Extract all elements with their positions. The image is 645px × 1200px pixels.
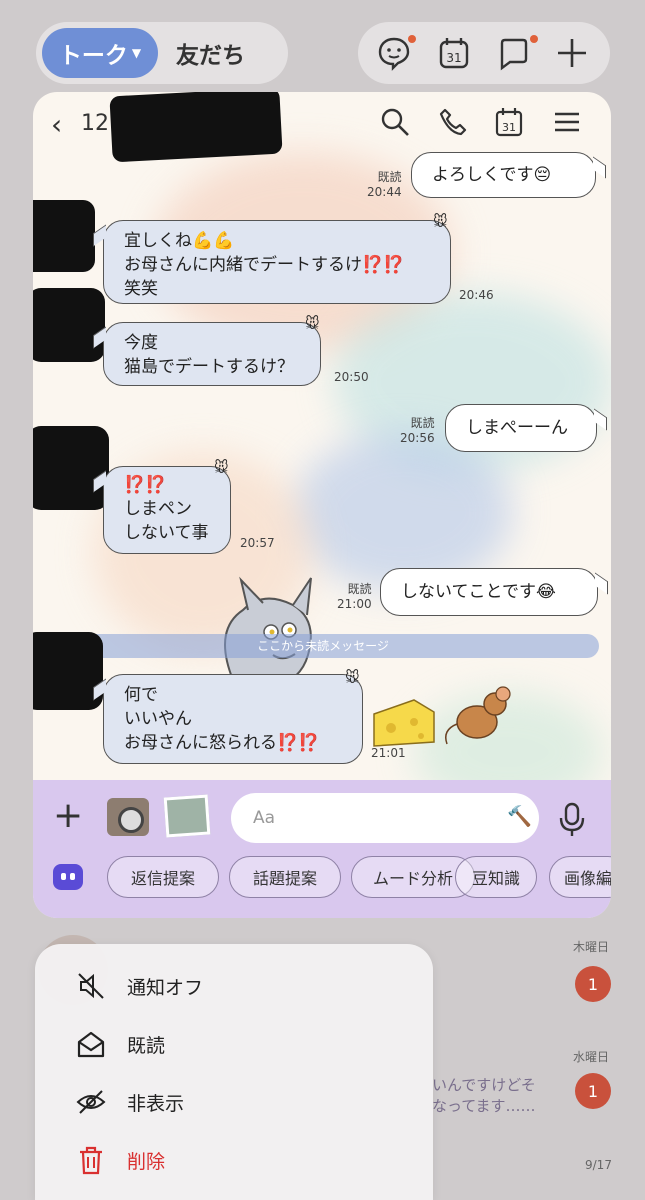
tab-talk-label: トーク	[58, 43, 128, 69]
member-count: 12	[81, 111, 109, 136]
message-bubble[interactable]: ⁉️⁉️ しまペン しないて事	[103, 466, 231, 554]
sticker-decoration: 🐭	[345, 670, 360, 686]
message-time: 21:01	[371, 746, 406, 760]
add-icon[interactable]	[554, 35, 590, 71]
menu-item-label: 通知オフ	[127, 976, 204, 999]
tab-friends[interactable]: 友だち	[176, 28, 245, 78]
message-time: 20:46	[459, 288, 494, 302]
open-envelope-icon	[77, 1031, 105, 1058]
redacted-avatar	[33, 288, 105, 362]
message-bubble[interactable]: 宜しくね💪💪 お母さんに内緒でデートするけ⁉️⁉️ 笑笑	[103, 220, 451, 304]
notification-dot	[530, 35, 538, 43]
top-icon-group: 31	[358, 22, 610, 84]
sticker-decoration: 🐭	[214, 460, 229, 476]
message-time: 20:56	[400, 431, 435, 445]
chevron-down-icon: ▼	[131, 46, 142, 60]
chat-header: ‹ 12 31	[33, 92, 611, 163]
message-bubble[interactable]: 何で いいやん お母さんに怒られる⁉️⁉️	[103, 674, 363, 764]
top-bar: トーク ▼ 友だち 31	[0, 0, 645, 100]
cheese-illustration	[373, 699, 435, 747]
message-meta: 既読 20:44	[367, 170, 402, 200]
redaction-block	[109, 92, 283, 163]
chat-bubble-face-icon[interactable]	[376, 35, 412, 71]
trash-icon	[80, 1146, 102, 1175]
menu-item-label: 削除	[127, 1150, 166, 1173]
mouse-sticker-illustration	[445, 686, 511, 745]
message-bubble[interactable]: しないてことです😂	[380, 568, 598, 616]
message-time: 20:44	[367, 185, 402, 199]
tab-talk[interactable]: トーク ▼	[42, 28, 158, 78]
unread-badge: 1	[575, 1073, 611, 1109]
menu-item-mute[interactable]: 通知オフ	[75, 966, 203, 1006]
list-item-preview: なってます……	[432, 1097, 536, 1115]
hidden-eye-icon	[76, 1090, 106, 1114]
message-meta: 既読 20:56	[400, 416, 435, 446]
search-icon[interactable]	[379, 106, 411, 138]
suggestion-chip[interactable]: 話題提案	[229, 856, 341, 898]
mute-icon	[78, 973, 104, 999]
message-bubble[interactable]: よろしくです😔	[411, 152, 596, 198]
calendar-icon[interactable]: 31	[493, 106, 525, 138]
message-time: 20:57	[240, 536, 275, 550]
phone-icon[interactable]	[437, 106, 469, 138]
read-receipt: 既読	[410, 416, 435, 430]
message-composer: + Aa 🔨 返信提案 話題提案 ムード分析 豆知識 画像編	[33, 780, 611, 918]
sticker-decoration: 🐭	[305, 316, 320, 332]
menu-icon[interactable]	[551, 106, 583, 138]
unread-divider: ここから未読メッセージ	[47, 634, 599, 658]
redacted-avatar	[33, 200, 95, 272]
add-attachment-icon[interactable]: +	[53, 798, 83, 834]
unread-badge: 1	[575, 966, 611, 1002]
menu-item-mark-read[interactable]: 既読	[75, 1024, 165, 1064]
menu-item-label: 既読	[127, 1034, 166, 1057]
calendar-icon[interactable]: 31	[436, 35, 472, 71]
notification-dot	[408, 35, 416, 43]
list-item-preview: いんですけどそ	[432, 1076, 536, 1094]
message-bubble[interactable]: 今度 猫島でデートするけ？	[103, 322, 321, 386]
suggestion-chip[interactable]: 画像編	[549, 856, 611, 898]
ai-assistant-icon[interactable]	[53, 864, 83, 890]
camera-icon[interactable]	[107, 798, 149, 836]
gallery-icon[interactable]	[163, 794, 211, 838]
tab-switcher: トーク ▼ 友だち	[36, 22, 288, 84]
new-chat-icon[interactable]	[496, 35, 532, 71]
redacted-avatar	[33, 426, 109, 510]
list-item-date: 9/17	[585, 1158, 612, 1172]
back-icon[interactable]: ‹	[51, 108, 62, 141]
context-menu: 通知オフ 既読 非表示 削除	[35, 944, 433, 1200]
calendar-day: 31	[446, 51, 461, 65]
list-item-date: 木曜日	[573, 940, 610, 954]
suggestion-chip[interactable]: 返信提案	[107, 856, 219, 898]
microphone-icon[interactable]	[557, 802, 587, 838]
menu-item-delete[interactable]: 削除	[75, 1140, 165, 1180]
menu-item-label: 非表示	[127, 1092, 185, 1115]
message-time: 20:50	[334, 370, 369, 384]
sticker-decoration: 🐭	[433, 214, 448, 230]
suggestion-chip[interactable]: 豆知識	[455, 856, 537, 898]
list-item-date: 水曜日	[573, 1050, 610, 1064]
chat-preview-card: ‹ 12 31 既読 20:44 よろしくです😔 宜しくね💪💪 お母さんに内緒で…	[33, 92, 611, 918]
message-input[interactable]: Aa	[231, 793, 539, 843]
message-bubble[interactable]: しまぺーーん	[445, 404, 597, 452]
menu-item-hide[interactable]: 非表示	[75, 1082, 184, 1122]
calendar-day: 31	[502, 121, 516, 134]
read-receipt: 既読	[377, 170, 402, 184]
